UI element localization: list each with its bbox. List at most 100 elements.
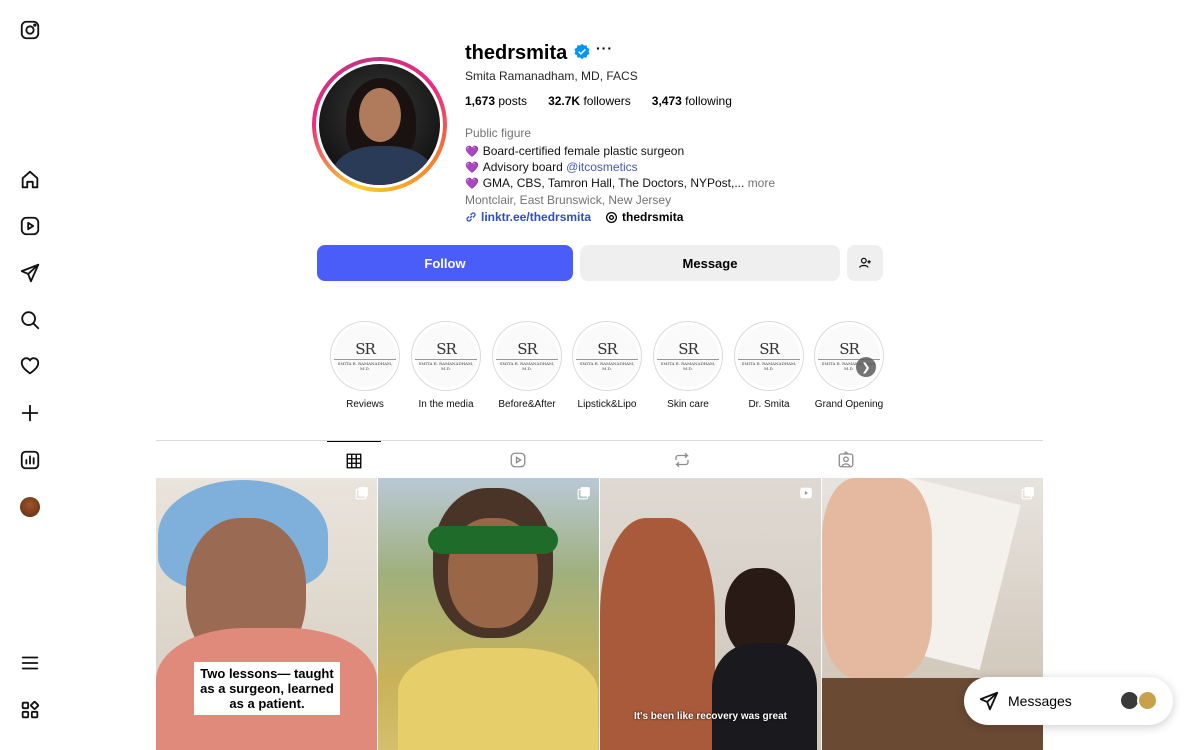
bio-line-2: 💜 Advisory board @itcosmetics bbox=[465, 160, 775, 176]
post-tile[interactable] bbox=[378, 478, 599, 750]
highlights-next-icon[interactable]: ❯ bbox=[856, 357, 876, 377]
followers-count: 32.7K bbox=[548, 94, 581, 108]
suggested-users-button[interactable] bbox=[847, 245, 883, 281]
profile-bio: 💜 Board-certified female plastic surgeon … bbox=[465, 144, 775, 192]
bio-mention-link[interactable]: @itcosmetics bbox=[566, 160, 638, 174]
profile-tabs bbox=[156, 440, 1043, 478]
carousel-icon bbox=[577, 487, 590, 500]
post-image bbox=[378, 478, 599, 750]
highlight-label: Skin care bbox=[667, 399, 709, 410]
following-stat[interactable]: 3,473 following bbox=[652, 94, 732, 108]
highlight-logo: SR SMITA R. RAMANADHAM, M.D. bbox=[738, 325, 800, 387]
follow-button[interactable]: Follow bbox=[317, 245, 573, 281]
photo-face bbox=[359, 88, 401, 142]
highlight-label: In the media bbox=[418, 399, 474, 410]
highlight-logo-caption: SMITA R. RAMANADHAM, M.D. bbox=[738, 358, 800, 371]
post-tile[interactable]: It's been like recovery was great bbox=[600, 478, 821, 750]
messages-button[interactable]: Messages bbox=[964, 677, 1173, 725]
followers-stat[interactable]: 32.7K followers bbox=[548, 94, 631, 108]
highlight-cover: SR SMITA R. RAMANADHAM, M.D. bbox=[492, 321, 562, 391]
post-tile[interactable]: Two lessons— taught as a surgeon, learne… bbox=[156, 478, 377, 750]
story-highlight[interactable]: SR SMITA R. RAMANADHAM, M.D. Reviews bbox=[329, 321, 401, 410]
highlight-logo: SR SMITA R. RAMANADHAM, M.D. bbox=[496, 325, 558, 387]
post-caption: Two lessons— taught as a surgeon, learne… bbox=[194, 662, 340, 715]
highlight-logo: SR SMITA R. RAMANADHAM, M.D. bbox=[334, 325, 396, 387]
message-button[interactable]: Message bbox=[580, 245, 840, 281]
more-apps-icon[interactable] bbox=[18, 698, 42, 722]
highlight-logo-caption: SMITA R. RAMANADHAM, M.D. bbox=[496, 358, 558, 371]
posts-label: posts bbox=[498, 94, 528, 108]
story-highlight[interactable]: SR SMITA R. RAMANADHAM, M.D. Lipstick&Lipo bbox=[571, 321, 643, 410]
tab-reposts[interactable] bbox=[655, 441, 709, 479]
left-nav bbox=[0, 0, 60, 750]
story-highlight[interactable]: SR SMITA R. RAMANADHAM, M.D. Dr. Smita bbox=[733, 321, 805, 410]
profile-username: thedrsmita bbox=[465, 42, 568, 64]
profile-avatar-icon[interactable] bbox=[18, 495, 42, 519]
posts-count: 1,673 bbox=[465, 94, 496, 108]
highlight-cover: SR SMITA R. RAMANADHAM, M.D. bbox=[814, 321, 884, 391]
home-icon[interactable] bbox=[18, 168, 42, 192]
search-icon[interactable] bbox=[18, 308, 42, 332]
highlight-cover: SR SMITA R. RAMANADHAM, M.D. bbox=[734, 321, 804, 391]
story-highlight[interactable]: SR SMITA R. RAMANADHAM, M.D. Before&After bbox=[491, 321, 563, 410]
story-highlight[interactable]: SR SMITA R. RAMANADHAM, M.D. Skin care bbox=[652, 321, 724, 410]
external-link[interactable]: linktr.ee/thedrsmita bbox=[481, 210, 591, 224]
highlight-logo-text: SR bbox=[436, 339, 457, 358]
instagram-logo-icon[interactable] bbox=[18, 18, 42, 42]
avatar bbox=[1137, 690, 1158, 711]
message-avatars bbox=[1119, 690, 1159, 712]
profile-avatar[interactable] bbox=[312, 57, 447, 192]
reels-icon[interactable] bbox=[18, 214, 42, 238]
carousel-icon bbox=[355, 487, 368, 500]
bio-text-3: GMA, CBS, Tamron Hall, The Doctors, NYPo… bbox=[482, 176, 745, 190]
highlight-logo-text: SR bbox=[839, 339, 860, 358]
purple-heart-icon: 💜 bbox=[465, 146, 479, 158]
avatar-frame bbox=[316, 61, 443, 188]
bio-text-1: Board-certified female plastic surgeon bbox=[482, 144, 685, 158]
more-options-button[interactable]: ··· bbox=[596, 40, 613, 56]
highlight-label: Grand Opening bbox=[814, 399, 884, 410]
tagged-icon bbox=[838, 451, 854, 468]
following-label: following bbox=[685, 94, 732, 108]
highlight-logo-caption: SMITA R. RAMANADHAM, M.D. bbox=[415, 358, 477, 371]
insights-icon[interactable] bbox=[18, 448, 42, 472]
tab-tagged[interactable] bbox=[819, 441, 873, 479]
menu-icon[interactable] bbox=[18, 651, 42, 675]
threads-icon bbox=[606, 211, 618, 223]
highlight-cover: SR SMITA R. RAMANADHAM, M.D. bbox=[572, 321, 642, 391]
post-image bbox=[600, 478, 821, 750]
highlight-logo-caption: SMITA R. RAMANADHAM, M.D. bbox=[576, 358, 638, 371]
link-icon bbox=[466, 212, 476, 222]
carousel-icon bbox=[1021, 487, 1034, 500]
purple-heart-icon: 💜 bbox=[465, 162, 479, 174]
profile-category: Public figure bbox=[465, 126, 532, 140]
profile-location: Montclair, East Brunswick, New Jersey bbox=[465, 193, 672, 207]
story-highlight[interactable]: SR SMITA R. RAMANADHAM, M.D. In the media bbox=[410, 321, 482, 410]
tab-reels[interactable] bbox=[491, 441, 545, 479]
highlight-logo: SR SMITA R. RAMANADHAM, M.D. bbox=[657, 325, 719, 387]
highlight-logo: SR SMITA R. RAMANADHAM, M.D. bbox=[818, 325, 880, 387]
heart-icon[interactable] bbox=[18, 354, 42, 378]
highlight-cover: SR SMITA R. RAMANADHAM, M.D. bbox=[653, 321, 723, 391]
highlight-cover: SR SMITA R. RAMANADHAM, M.D. bbox=[411, 321, 481, 391]
profile-links: linktr.ee/thedrsmita thedrsmita bbox=[465, 210, 683, 224]
bio-line-3: 💜 GMA, CBS, Tamron Hall, The Doctors, NYP… bbox=[465, 176, 775, 192]
reel-icon bbox=[800, 487, 812, 499]
highlight-logo: SR SMITA R. RAMANADHAM, M.D. bbox=[576, 325, 638, 387]
create-icon[interactable] bbox=[18, 401, 42, 425]
purple-heart-icon: 💜 bbox=[465, 178, 479, 190]
profile-photo bbox=[319, 64, 440, 185]
bio-more-link[interactable]: more bbox=[748, 176, 775, 190]
profile-stats: 1,673 posts 32.7K followers 3,473 follow… bbox=[465, 94, 732, 108]
following-count: 3,473 bbox=[651, 94, 682, 108]
bio-text-2: Advisory board bbox=[482, 160, 567, 174]
highlight-label: Dr. Smita bbox=[748, 399, 790, 410]
direct-icon[interactable] bbox=[18, 261, 42, 285]
highlight-logo-text: SR bbox=[355, 339, 376, 358]
highlight-logo-text: SR bbox=[517, 339, 538, 358]
highlight-cover: SR SMITA R. RAMANADHAM, M.D. bbox=[330, 321, 400, 391]
direct-icon bbox=[979, 691, 999, 711]
threads-link[interactable]: thedrsmita bbox=[622, 210, 683, 224]
photo-body bbox=[333, 146, 433, 185]
tab-posts[interactable] bbox=[327, 441, 381, 479]
